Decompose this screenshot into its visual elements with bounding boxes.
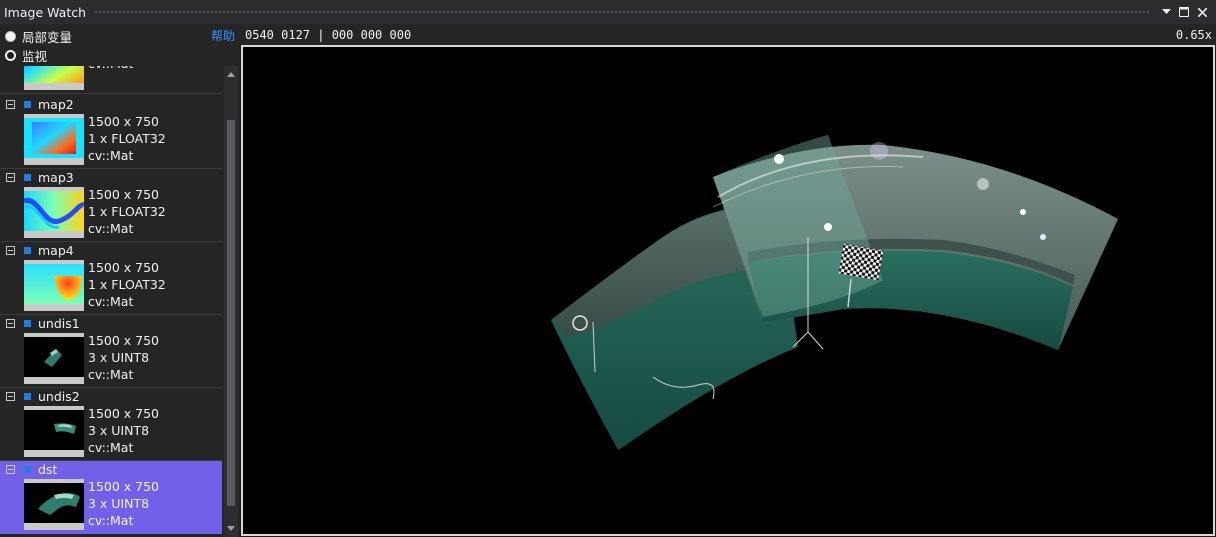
warped-panorama-image [551,135,1118,450]
item-name: map3 [38,170,74,185]
warped-image-icon [24,337,84,377]
item-meta: 1500 x 750 1 x FLOAT32 cv::Mat [88,113,166,164]
watch-panel: 局部变量 监视 帮助 1 x FLOAT32 cv::Mat map2 [0,24,240,537]
map-wave-icon [24,191,84,231]
item-name: dst [38,462,58,477]
collapse-icon[interactable] [6,392,15,401]
list-item[interactable]: map4 1500 x 750 1 x FLOAT32 cv::Mat [0,242,222,315]
item-meta: 1500 x 750 1 x FLOAT32 cv::Mat [88,186,166,237]
map-blob-icon [24,264,84,304]
image-thumbnail [24,479,84,530]
collapse-icon[interactable] [6,246,15,255]
image-thumbnail [24,333,84,384]
list-scrollbar[interactable] [224,66,238,537]
item-name: undis2 [38,389,80,404]
item-type: 1 x FLOAT32 [88,277,166,292]
collapse-icon[interactable] [6,100,15,109]
map-gradient-icon [24,66,84,83]
radio-watch[interactable]: 监视 [5,46,47,65]
zoom-level: 0.65x [1175,27,1212,42]
image-thumbnail [24,260,84,311]
item-type: 1 x FLOAT32 [88,204,166,219]
image-type-icon [24,393,31,400]
image-thumbnail [24,114,84,165]
image-list: 1 x FLOAT32 cv::Mat map2 1500 x 750 1 [0,66,224,537]
item-meta: 1500 x 750 3 x UINT8 cv::Mat [88,478,159,529]
list-item[interactable]: undis1 1500 x 750 3 x UINT8 cv::Mat [0,315,222,388]
collapse-icon[interactable] [6,173,15,182]
warped-image-icon [24,483,84,523]
item-size: 1500 x 750 [88,479,160,494]
item-class: cv::Mat [88,294,134,309]
item-class: cv::Mat [88,513,134,528]
window-title: Image Watch [4,4,87,20]
scrollbar-thumb[interactable] [227,120,235,506]
collapse-icon[interactable] [6,465,15,474]
item-type: 1 x FLOAT32 [88,131,166,146]
item-type: 3 x UINT8 [88,496,150,511]
pixel-readout-bar: 0540 0127 | 000 000 000 0.65x [240,24,1216,45]
collapse-icon[interactable] [6,319,15,328]
image-thumbnail [24,66,84,90]
item-meta: 1 x FLOAT32 cv::Mat [88,66,166,72]
item-size: 1500 x 750 [88,114,160,129]
title-bar: Image Watch [0,0,1216,24]
item-name: map2 [38,97,74,112]
item-class: cv::Mat [88,66,166,72]
radio-watch-label: 监视 [22,49,48,64]
radio-unchecked-icon[interactable] [5,31,16,42]
item-name: map4 [38,243,74,258]
image-thumbnail [24,406,84,457]
list-item[interactable]: map2 1500 x 750 1 x FLOAT32 cv::Mat [0,96,222,169]
item-size: 1500 x 750 [88,187,160,202]
chevron-down-icon[interactable] [1158,4,1174,20]
pixel-readout: 0540 0127 | 000 000 000 [245,27,412,42]
item-name: undis1 [38,316,80,331]
map-gradient-icon [24,118,84,158]
list-item[interactable]: undis2 1500 x 750 3 x UINT8 cv::Mat [0,388,222,461]
item-meta: 1500 x 750 3 x UINT8 cv::Mat [88,332,159,383]
restore-icon[interactable] [1176,4,1192,20]
image-type-icon [24,101,31,108]
warped-image-icon [24,410,84,450]
list-item[interactable]: map3 1500 x 750 1 x FLOAT32 cv::Mat [0,169,222,242]
item-class: cv::Mat [88,440,134,455]
radio-checked-icon[interactable] [5,50,16,61]
image-type-icon [24,174,31,181]
item-size: 1500 x 750 [88,260,160,275]
image-viewer[interactable] [241,45,1215,536]
drag-grip[interactable] [94,9,1150,15]
item-class: cv::Mat [88,221,134,236]
item-size: 1500 x 750 [88,333,160,348]
item-class: cv::Mat [88,367,134,382]
scroll-down-icon[interactable] [227,526,235,531]
radio-locals-label: 局部变量 [22,30,73,45]
list-item[interactable]: 1 x FLOAT32 cv::Mat [0,66,222,94]
item-class: cv::Mat [88,148,134,163]
image-type-icon [24,247,31,254]
list-item-selected[interactable]: dst 1500 x 750 3 x UINT8 cv::Mat [0,461,222,534]
item-type: 3 x UINT8 [88,423,150,438]
radio-locals[interactable]: 局部变量 [5,27,72,46]
image-thumbnail [24,187,84,238]
item-size: 1500 x 750 [88,406,160,421]
item-type: 3 x UINT8 [88,350,150,365]
image-type-icon [24,320,31,327]
help-link[interactable]: 帮助 [211,27,235,44]
scroll-up-icon[interactable] [227,72,235,77]
item-meta: 1500 x 750 1 x FLOAT32 cv::Mat [88,259,166,310]
close-icon[interactable] [1194,4,1210,20]
image-type-icon [24,466,31,473]
item-meta: 1500 x 750 3 x UINT8 cv::Mat [88,405,159,456]
